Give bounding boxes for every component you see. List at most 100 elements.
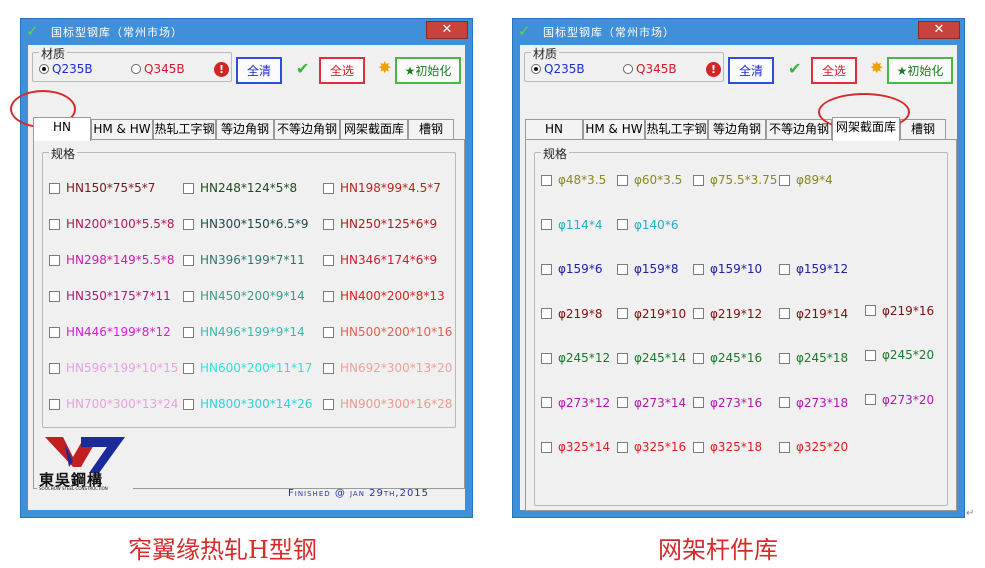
spec-checkbox[interactable]: φ325*14 [541,440,610,454]
spec-checkbox[interactable]: HN346*174*6*9 [323,253,437,267]
spec-checkbox[interactable]: HN500*200*10*16 [323,325,452,339]
material-legend: 材质 [531,45,560,62]
spec-checkbox[interactable]: HN800*300*14*26 [183,397,312,411]
spec-checkbox[interactable]: φ114*4 [541,218,602,232]
spec-checkbox[interactable]: φ159*8 [617,262,678,276]
spec-checkbox[interactable]: HN700*300*13*24 [49,397,178,411]
tab-item[interactable]: 等边角钢 [708,119,766,140]
spec-checkbox[interactable]: φ219*12 [693,307,762,321]
spec-checkbox[interactable]: HN198*99*4.5*7 [323,181,441,195]
radio-q345b[interactable]: Q345B [623,62,677,76]
select-all-button[interactable]: 全选 [811,57,857,84]
close-button[interactable]: ✕ [426,21,468,39]
select-all-button[interactable]: 全选 [319,57,365,84]
spec-checkbox[interactable]: HN250*125*6*9 [323,217,437,231]
spec-checkbox[interactable]: HN600*200*11*17 [183,361,312,375]
radio-q235b[interactable]: Q235B [531,62,585,76]
tab-item[interactable]: 不等边角钢 [274,119,340,140]
spec-checkbox[interactable]: φ245*16 [693,351,762,365]
checkbox-box [323,362,334,374]
tab-item[interactable]: 网架截面库 [340,119,408,140]
tab-item[interactable]: 热轧工字钢 [153,119,216,140]
checkbox-box [541,441,552,453]
spec-checkbox[interactable]: φ245*12 [541,351,610,365]
checkbox-box [49,218,60,230]
company-logo: 東吳鋼構 SOOCHOW STEEL CONSTRUCTION [37,435,133,491]
spec-checkbox[interactable]: φ48*3.5 [541,173,606,187]
checkbox-box [541,174,552,186]
spec-checkbox[interactable]: HN248*124*5*8 [183,181,297,195]
caption-left: 窄翼缘热轧H型钢 [128,536,317,564]
spec-checkbox[interactable]: φ325*18 [693,440,762,454]
spec-checkbox[interactable]: φ245*14 [617,351,686,365]
spec-checkbox[interactable]: HN300*150*6.5*9 [183,217,309,231]
spec-checkbox[interactable]: φ325*16 [617,440,686,454]
spec-label: HN350*175*7*11 [66,289,171,303]
spec-label: φ273*18 [796,395,849,410]
checkbox-box [183,398,194,410]
checkbox-box [183,182,194,194]
spec-checkbox[interactable]: φ219*8 [541,307,602,321]
spec-checkbox[interactable]: HN396*199*7*11 [183,253,305,267]
spec-label: φ89*4 [796,173,833,187]
spec-checkbox[interactable]: φ219*10 [617,307,686,321]
spec-checkbox[interactable]: HN200*100*5.5*8 [49,217,175,231]
checkbox-box [693,263,704,275]
spec-checkbox[interactable]: HN496*199*9*14 [183,325,305,339]
initialize-button[interactable]: ★初始化 [395,57,461,84]
spec-checkbox[interactable]: φ159*6 [541,262,602,276]
spec-checkbox[interactable]: HN450*200*9*14 [183,289,305,303]
tab-item[interactable]: 不等边角钢 [766,119,832,140]
initialize-button[interactable]: ★初始化 [887,57,953,84]
tab-item[interactable]: 槽钢 [408,119,454,140]
tab-item[interactable]: 等边角钢 [216,119,274,140]
spec-checkbox[interactable]: φ219*14 [779,307,848,321]
clear-all-button[interactable]: 全清 [236,57,282,84]
tab-item[interactable]: HN [33,117,91,141]
checkbox-box [49,398,60,410]
spec-checkbox[interactable]: HN446*199*8*12 [49,325,171,339]
spec-checkbox[interactable]: φ273*14 [617,396,686,410]
spec-label: HN496*199*9*14 [200,325,305,339]
spec-checkbox[interactable]: HN350*175*7*11 [49,289,171,303]
tab-item[interactable]: HM & HW [583,119,645,140]
spec-checkbox[interactable]: φ325*20 [779,440,848,454]
spec-checkbox[interactable]: HN596*199*10*15 [49,361,178,375]
clear-all-button[interactable]: 全清 [728,57,774,84]
tab-item[interactable]: 槽钢 [900,119,946,140]
spec-checkbox[interactable]: HN692*300*13*20 [323,361,452,375]
checkbox-box [541,308,552,319]
material-group: 材质 Q235B Q345B [32,45,232,82]
tab-item[interactable]: HM & HW [91,119,153,140]
tab-item[interactable]: HN [525,119,583,140]
spec-checkbox[interactable]: φ273*12 [541,396,610,410]
spec-checkbox[interactable]: φ159*12 [779,262,848,276]
spec-checkbox[interactable]: φ60*3.5 [617,173,682,187]
spec-label: HN298*149*5.5*8 [66,253,175,267]
spec-checkbox[interactable]: HN150*75*5*7 [49,181,155,195]
sun-icon: ✸ [870,58,884,77]
checkbox-box [779,397,790,408]
spec-checkbox[interactable]: HN900*300*16*28 [323,397,452,411]
spec-label: HN450*200*9*14 [200,289,305,303]
spec-checkbox[interactable]: HN400*200*8*13 [323,289,445,303]
spec-checkbox[interactable]: φ140*6 [617,218,678,232]
spec-label: φ273*14 [634,395,687,410]
radio-q345b[interactable]: Q345B [131,62,185,76]
spec-checkbox[interactable]: φ89*4 [779,173,833,187]
spec-checkbox[interactable]: HN298*149*5.5*8 [49,253,175,267]
spec-checkbox[interactable]: φ273*16 [693,396,762,410]
title-bar: ✓ 国标型钢库（常州市场） ✕ [513,19,964,45]
material-group: 材质 Q235B Q345B [524,45,724,82]
spec-checkbox[interactable]: φ245*20 [865,348,934,362]
spec-checkbox[interactable]: φ75.5*3.75 [693,173,777,187]
tab-item[interactable]: 热轧工字钢 [645,119,708,140]
spec-checkbox[interactable]: φ273*18 [779,396,848,410]
tab-item[interactable]: 网架截面库 [832,117,900,141]
spec-checkbox[interactable]: φ159*10 [693,262,762,276]
spec-checkbox[interactable]: φ219*16 [865,304,934,318]
spec-checkbox[interactable]: φ273*20 [865,393,934,407]
spec-checkbox[interactable]: φ245*18 [779,351,848,365]
close-button[interactable]: ✕ [918,21,960,39]
radio-q235b[interactable]: Q235B [39,62,93,76]
